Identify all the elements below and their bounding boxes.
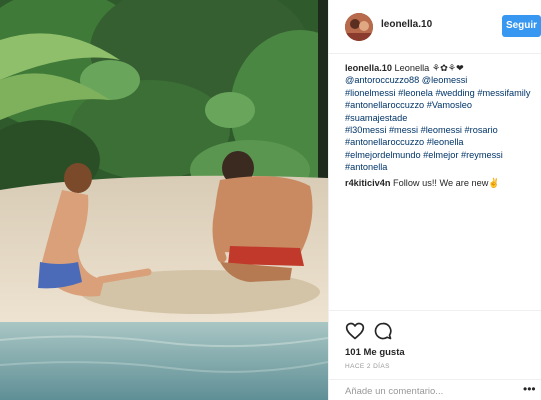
hashtag-link[interactable]: #rosario — [465, 125, 498, 135]
hashtag-link[interactable]: #elmejor — [423, 150, 458, 160]
comment-item: r4kiticiv4n Follow us!! We are new✌️ — [345, 178, 500, 189]
caption-intro: Leonella — [394, 63, 430, 73]
mention-link[interactable]: @leomessi — [422, 75, 468, 85]
caption-emojis: ⚘✿⚘❤ — [431, 63, 464, 73]
caption-line: #lionelmessi #leonela #wedding #messifam… — [345, 87, 539, 99]
hashtag-link[interactable]: #antonellaroccuzzo — [345, 100, 424, 110]
caption-first-line: leonella.10 Leonella ⚘✿⚘❤ — [345, 62, 539, 74]
hashtag-link[interactable]: #Vamosleo — [427, 100, 472, 110]
likes-count[interactable]: 101 Me gusta — [345, 347, 405, 358]
hashtag-link[interactable]: #messifamily — [477, 88, 530, 98]
comment-icon[interactable] — [373, 321, 393, 341]
caption-line: #suamajestade — [345, 112, 539, 124]
caption-line: #l30messi #messi #leomessi #rosario — [345, 124, 539, 136]
post-details-panel: leonella.10 Seguir leonella.10 Leonella … — [328, 0, 541, 400]
hashtag-link[interactable]: #leonella — [427, 137, 464, 147]
more-options-icon[interactable]: ••• — [523, 382, 536, 396]
hashtag-link[interactable]: #wedding — [435, 88, 474, 98]
add-comment-bar: ••• — [329, 379, 541, 400]
hashtag-link[interactable]: #suamajestade — [345, 113, 407, 123]
post-photo[interactable] — [0, 0, 328, 400]
caption-line: @antoroccuzzo88 @leomessi — [345, 74, 539, 86]
caption-line: #antonellaroccuzzo #Vamosleo — [345, 99, 539, 111]
caption-username[interactable]: leonella.10 — [345, 63, 392, 73]
comment-username[interactable]: r4kiticiv4n — [345, 178, 390, 188]
heart-icon[interactable] — [345, 321, 365, 341]
hashtag-link[interactable]: #leonela — [398, 88, 433, 98]
post-actions: 101 Me gusta HACE 2 DÍAS ••• — [329, 310, 541, 400]
beach-photo-image — [0, 0, 328, 400]
hashtag-link[interactable]: #l30messi — [345, 125, 386, 135]
caption-line: #antonella — [345, 161, 539, 173]
hashtag-link[interactable]: #elmejordelmundo — [345, 150, 421, 160]
follow-button[interactable]: Seguir — [502, 15, 541, 37]
hashtag-link[interactable]: #messi — [389, 125, 418, 135]
comment-text: Follow us!! We are new✌️ — [393, 178, 500, 188]
avatar[interactable] — [345, 13, 373, 41]
hashtag-link[interactable]: #antonellaroccuzzo — [345, 137, 424, 147]
post-caption: leonella.10 Leonella ⚘✿⚘❤ @antoroccuzzo8… — [345, 62, 539, 174]
caption-line: #antonellaroccuzzo #leonella — [345, 136, 539, 148]
hashtag-link[interactable]: #antonella — [345, 162, 387, 172]
mention-link[interactable]: @antoroccuzzo88 — [345, 75, 419, 85]
avatar-image — [345, 13, 373, 41]
post-username[interactable]: leonella.10 — [381, 19, 432, 30]
post-header: leonella.10 Seguir — [329, 0, 541, 54]
hashtag-link[interactable]: #reymessi — [461, 150, 503, 160]
hashtag-link[interactable]: #lionelmessi — [345, 88, 396, 98]
caption-line: #elmejordelmundo #elmejor #reymessi — [345, 149, 539, 161]
comment-input[interactable] — [345, 384, 505, 398]
post-timestamp: HACE 2 DÍAS — [345, 363, 390, 370]
hashtag-link[interactable]: #leomessi — [421, 125, 462, 135]
